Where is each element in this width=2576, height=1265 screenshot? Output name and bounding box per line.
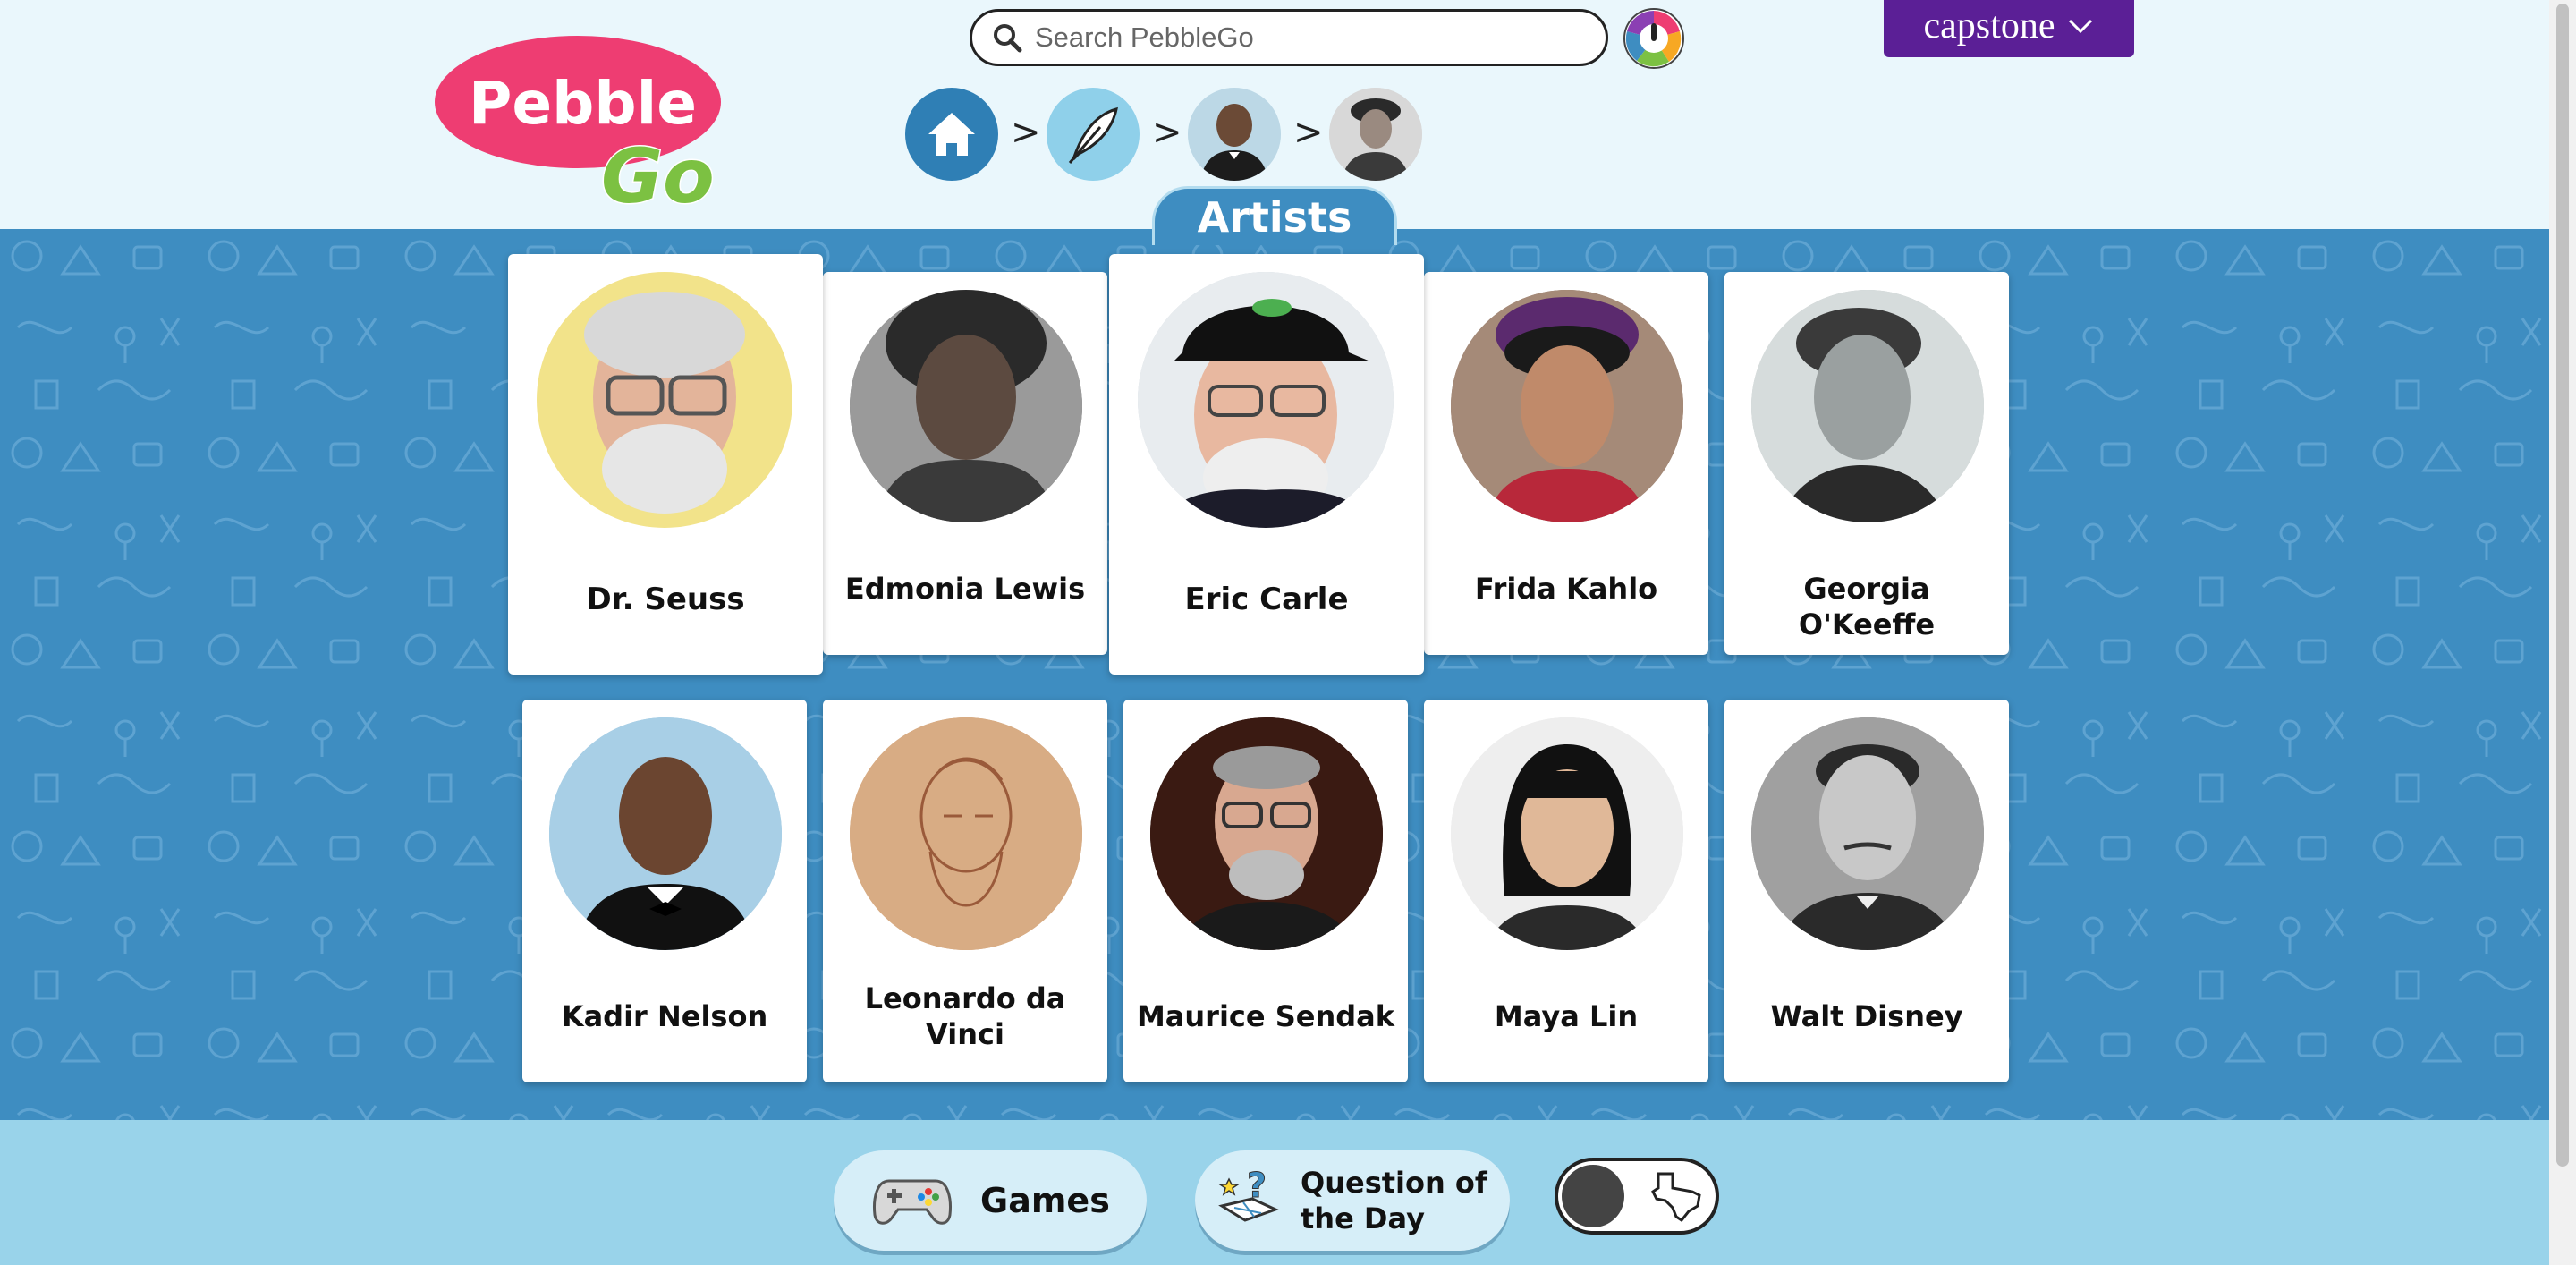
person-photo: [850, 717, 1082, 950]
feather-icon: [1068, 106, 1118, 164]
breadcrumb-separator: >: [1293, 112, 1324, 153]
person-name: Maya Lin: [1494, 999, 1639, 1033]
person-name: Edmonia Lewis: [844, 572, 1086, 606]
person-name: Maurice Sendak: [1136, 999, 1395, 1033]
person-card-maurice-sendak[interactable]: Maurice Sendak: [1123, 700, 1408, 1082]
person-photo: [1138, 272, 1394, 528]
breadcrumb-artists[interactable]: [1046, 88, 1140, 181]
portrait-image: [1188, 88, 1281, 181]
person-card-georgia-okeeffe[interactable]: Georgia O'Keeffe: [1724, 272, 2009, 655]
svg-text:?: ?: [1247, 1167, 1267, 1205]
person-name-line2: Vinci: [926, 1017, 1004, 1051]
person-card-eric-carle[interactable]: Eric Carle: [1109, 254, 1424, 675]
person-name: Georgia O'Keeffe: [1798, 572, 1936, 641]
person-card-leonardo-da-vinci[interactable]: Leonardo da Vinci: [823, 700, 1107, 1082]
games-label: Games: [980, 1181, 1110, 1220]
qotd-label-line2: the Day: [1301, 1201, 1425, 1235]
texas-icon: [1651, 1172, 1701, 1223]
qotd-label-line1: Question of: [1301, 1166, 1487, 1200]
games-button[interactable]: Games: [834, 1150, 1147, 1251]
person-photo: [850, 290, 1082, 522]
person-photo: [1150, 717, 1383, 950]
person-name: Kadir Nelson: [561, 999, 768, 1033]
person-card-dr-seuss[interactable]: Dr. Seuss: [508, 254, 823, 675]
breadcrumb-person[interactable]: [1188, 88, 1281, 181]
section-title-tab: Artists: [1152, 186, 1397, 245]
home-icon: [928, 113, 975, 156]
person-card-edmonia-lewis[interactable]: Edmonia Lewis: [823, 272, 1107, 655]
breadcrumb-home[interactable]: [905, 88, 998, 181]
person-photo: [1451, 717, 1683, 950]
portrait-image: [1329, 88, 1422, 181]
person-name: Eric Carle: [1184, 582, 1349, 617]
person-photo: [1751, 290, 1984, 522]
person-photo: [1751, 717, 1984, 950]
breadcrumb-separator: >: [1152, 112, 1182, 153]
person-photo: [1451, 290, 1683, 522]
game-controller-icon: [873, 1179, 952, 1225]
question-of-the-day-button[interactable]: ? Question of the Day: [1195, 1150, 1510, 1251]
person-card-maya-lin[interactable]: Maya Lin: [1424, 700, 1708, 1082]
person-card-frida-kahlo[interactable]: Frida Kahlo: [1424, 272, 1708, 655]
person-photo: [537, 272, 792, 528]
person-card-kadir-nelson[interactable]: Kadir Nelson: [522, 700, 807, 1082]
person-card-walt-disney[interactable]: Walt Disney: [1724, 700, 2009, 1082]
toggle-knob: [1562, 1165, 1624, 1227]
texas-toggle-switch[interactable]: [1555, 1158, 1719, 1235]
question-map-icon: ?: [1217, 1167, 1279, 1222]
scrollbar-thumb[interactable]: [2556, 4, 2569, 1167]
person-name: Frida Kahlo: [1474, 572, 1658, 606]
breadcrumb-person[interactable]: [1329, 88, 1422, 181]
person-name: Dr. Seuss: [586, 582, 745, 617]
person-name-line1: Leonardo da: [864, 981, 1066, 1015]
person-name: Walt Disney: [1770, 999, 1963, 1033]
breadcrumb-separator: >: [1011, 112, 1041, 153]
person-photo: [549, 717, 782, 950]
